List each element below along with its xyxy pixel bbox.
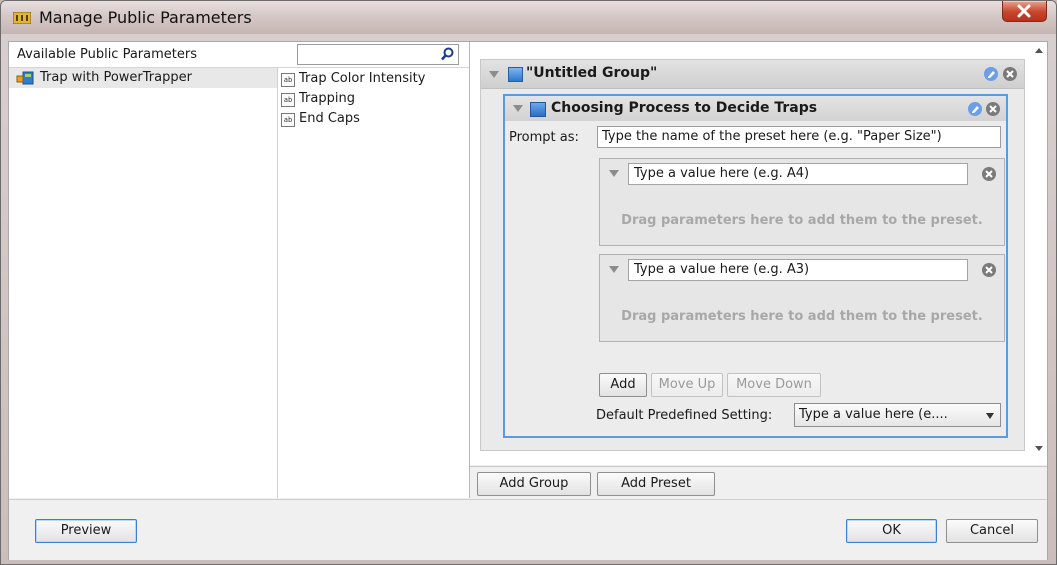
add-group-button[interactable]: Add Group xyxy=(477,472,591,496)
preset-value-box[interactable]: Type a value here (e.g. A3) Drag paramet… xyxy=(599,254,1005,342)
default-setting-label: Default Predefined Setting: xyxy=(596,408,773,423)
list-item[interactable]: ab Trapping xyxy=(281,90,461,110)
default-setting-value: Type a value here (e.... xyxy=(799,407,948,422)
field-label: Trapping xyxy=(299,91,355,106)
collapse-triangle-icon[interactable] xyxy=(489,71,499,78)
remove-icon[interactable] xyxy=(982,263,996,277)
field-label: Trap Color Intensity xyxy=(299,71,426,86)
chevron-down-icon xyxy=(986,413,994,419)
search-icon[interactable] xyxy=(441,47,454,61)
prompt-input[interactable]: Type the name of the preset here (e.g. "… xyxy=(597,126,1001,148)
preset-header[interactable]: Choosing Process to Decide Traps xyxy=(505,96,1006,121)
group-icon xyxy=(508,67,523,82)
value-input[interactable]: Type a value here (e.g. A3) xyxy=(628,259,968,281)
workflow-icon xyxy=(16,71,34,85)
group-panel[interactable]: "Untitled Group" Choosing Process to Dec… xyxy=(480,59,1025,451)
group-header[interactable]: "Untitled Group" xyxy=(481,60,1024,89)
scroll-down-icon[interactable] xyxy=(1035,446,1043,451)
text-field-icon: ab xyxy=(281,93,295,107)
preset-panel[interactable]: Choosing Process to Decide Traps Prompt … xyxy=(503,94,1008,438)
move-up-button[interactable]: Move Up xyxy=(651,373,723,397)
workflow-label: Trap with PowerTrapper xyxy=(40,70,192,85)
collapse-triangle-icon[interactable] xyxy=(513,105,523,112)
add-value-button[interactable]: Add xyxy=(599,373,647,397)
public-parameters-pane: "Untitled Group" Choosing Process to Dec… xyxy=(470,42,1047,465)
list-item[interactable]: ab Trap Color Intensity xyxy=(281,70,461,90)
available-parameters-label: Available Public Parameters xyxy=(17,47,197,62)
move-down-button[interactable]: Move Down xyxy=(727,373,821,397)
search-input[interactable] xyxy=(297,44,459,65)
edit-icon[interactable] xyxy=(984,67,998,81)
scroll-up-icon[interactable] xyxy=(1035,48,1043,53)
available-parameters-pane: Available Public Parameters Trap with Po xyxy=(9,42,470,498)
preset-icon xyxy=(530,102,546,117)
drop-zone-text[interactable]: Drag parameters here to add them to the … xyxy=(600,213,1004,228)
workflow-list: Trap with PowerTrapper xyxy=(9,68,278,498)
default-setting-select[interactable]: Type a value here (e.... xyxy=(794,403,1001,427)
dialog-footer: Preview OK Cancel xyxy=(9,499,1047,560)
preview-button[interactable]: Preview xyxy=(35,519,137,543)
close-button[interactable] xyxy=(1002,1,1047,22)
remove-icon[interactable] xyxy=(982,167,996,181)
group-actions-bar: Add Group Add Preset xyxy=(470,466,1047,499)
list-item[interactable]: ab End Caps xyxy=(281,110,461,130)
cancel-button[interactable]: Cancel xyxy=(946,519,1038,543)
preset-value-box[interactable]: Type a value here (e.g. A4) Drag paramet… xyxy=(599,158,1005,246)
close-icon xyxy=(1017,4,1031,18)
field-list: ab Trap Color Intensity ab Trapping ab E… xyxy=(281,70,461,130)
available-header: Available Public Parameters xyxy=(9,42,469,68)
value-header: Type a value here (e.g. A4) xyxy=(600,159,1004,189)
vertical-scrollbar[interactable] xyxy=(1031,42,1047,465)
remove-icon[interactable] xyxy=(986,102,1000,116)
add-preset-button[interactable]: Add Preset xyxy=(597,472,715,496)
text-field-icon: ab xyxy=(281,73,295,87)
dialog-window: Manage Public Parameters Available Publi… xyxy=(0,0,1057,565)
list-item[interactable]: Trap with PowerTrapper xyxy=(9,68,277,88)
collapse-triangle-icon[interactable] xyxy=(609,170,619,177)
edit-icon[interactable] xyxy=(968,102,982,116)
value-header: Type a value here (e.g. A3) xyxy=(600,255,1004,285)
prompt-label: Prompt as: xyxy=(509,130,579,145)
value-input[interactable]: Type a value here (e.g. A4) xyxy=(628,163,968,185)
window-title: Manage Public Parameters xyxy=(39,8,252,27)
ok-button[interactable]: OK xyxy=(846,519,937,543)
group-title: "Untitled Group" xyxy=(526,65,658,81)
text-field-icon: ab xyxy=(281,113,295,127)
dialog-client: Available Public Parameters Trap with Po xyxy=(8,41,1048,560)
drop-zone-text[interactable]: Drag parameters here to add them to the … xyxy=(600,309,1004,324)
title-bar[interactable]: Manage Public Parameters xyxy=(1,1,1056,34)
field-label: End Caps xyxy=(299,111,360,126)
preset-title: Choosing Process to Decide Traps xyxy=(551,100,818,116)
app-icon xyxy=(13,12,31,24)
collapse-triangle-icon[interactable] xyxy=(609,266,619,273)
remove-icon[interactable] xyxy=(1003,67,1017,81)
